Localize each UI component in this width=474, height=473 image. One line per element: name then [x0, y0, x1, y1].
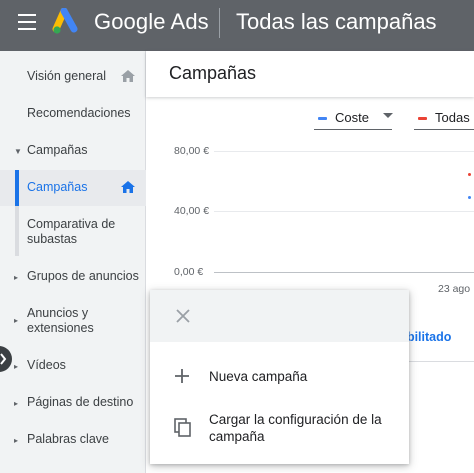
copy-icon [174, 418, 191, 437]
sidebar-item-recommendations[interactable]: Recomendaciones [0, 106, 146, 124]
caret-down-icon: ▼ [14, 147, 22, 156]
plus-icon [175, 369, 189, 383]
sidebar-item-label: Palabras clave [27, 432, 109, 446]
sidebar-item-ads-extensions[interactable]: ▸ Anuncios y extensiones [0, 306, 146, 338]
title-bar: Campañas [146, 51, 474, 97]
sidebar-item-label: Comparativa de subastas [27, 217, 116, 246]
chevron-right-icon [0, 353, 7, 365]
sidebar-item-label: Visión general [27, 69, 106, 83]
dropdown-arrow-icon[interactable] [383, 113, 393, 118]
load-campaign-settings-item[interactable]: Cargar la configuración de la campaña [150, 408, 409, 448]
gridline [214, 151, 474, 152]
sidebar: Visión general Recomendaciones ▼ Campaña… [0, 51, 146, 473]
new-campaign-item[interactable]: Nueva campaña [150, 360, 409, 392]
metric-selector-all[interactable]: Todas [418, 110, 470, 125]
series-color-swatch [318, 117, 327, 121]
sidebar-item-label: Anuncios y extensiones [27, 306, 94, 335]
metric-label: Coste [335, 110, 369, 125]
google-ads-logo[interactable] [52, 8, 84, 36]
sidebar-item-campaigns-group[interactable]: ▼ Campañas [0, 143, 146, 161]
sidebar-item-ad-groups[interactable]: ▸ Grupos de anuncios [0, 269, 146, 287]
sidebar-item-label: Campañas [27, 180, 88, 194]
close-icon[interactable] [174, 307, 192, 325]
sidebar-item-label: Páginas de destino [27, 395, 134, 409]
metric-underline [314, 129, 392, 130]
caret-right-icon: ▸ [14, 399, 19, 408]
y-tick-label: 0,00 € [174, 266, 204, 278]
active-indicator [15, 170, 19, 206]
home-icon [121, 181, 135, 193]
sidebar-item-label: Recomendaciones [27, 106, 131, 120]
gridline [214, 211, 474, 212]
sidebar-item-landing-pages[interactable]: ▸ Páginas de destino [0, 395, 146, 413]
header-divider [219, 8, 220, 38]
metric-label: Todas [435, 110, 470, 125]
x-tick-label: 23 ago [438, 283, 471, 295]
menu-icon[interactable] [18, 14, 36, 30]
caret-right-icon: ▸ [14, 362, 19, 371]
section-title: Campañas [169, 63, 257, 83]
menu-item-label: Nueva campaña [209, 369, 308, 384]
brand-name: Google Ads [94, 9, 209, 34]
sidebar-item-overview[interactable]: Visión general [0, 69, 146, 87]
top-app-bar: Google Ads Todas las campañas [0, 0, 474, 51]
sidebar-item-campaigns[interactable]: Campañas [0, 170, 146, 206]
y-tick-label: 80,00 € [174, 145, 210, 157]
sidebar-item-videos[interactable]: ▸ Vídeos [0, 358, 146, 376]
y-tick-label: 40,00 € [174, 205, 210, 217]
sidebar-item-label: Grupos de anuncios [27, 269, 139, 283]
sidebar-item-label: Campañas [27, 143, 88, 157]
series-point-coste [468, 196, 471, 199]
popup-header [150, 290, 409, 342]
caret-right-icon: ▸ [14, 273, 19, 282]
metric-underline [414, 129, 474, 130]
caret-right-icon: ▸ [14, 436, 19, 445]
sidebar-item-auction-insights[interactable]: Comparativa de subastas [0, 217, 146, 249]
sidebar-item-keywords[interactable]: ▸ Palabras clave [0, 432, 146, 450]
expand-sidebar-button[interactable] [0, 346, 12, 372]
menu-item-label: Cargar la configuración de la campaña [209, 412, 382, 444]
page-title: Todas las campañas [236, 9, 437, 34]
create-menu-popup: Nueva campaña Cargar la configuración de… [150, 290, 409, 464]
caret-right-icon: ▸ [14, 316, 19, 325]
x-axis-line [214, 272, 474, 273]
home-icon [121, 70, 135, 82]
series-color-swatch [418, 117, 427, 121]
metric-selector-cost[interactable]: Coste [318, 110, 369, 125]
sidebar-item-label: Vídeos [27, 358, 66, 372]
series-point-todas [468, 173, 471, 176]
